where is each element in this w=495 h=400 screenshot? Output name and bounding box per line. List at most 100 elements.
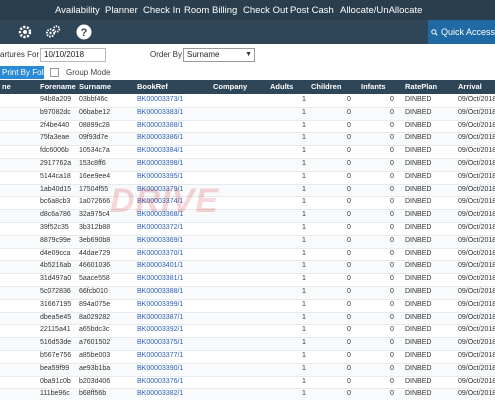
group-mode-checkbox[interactable] [50, 68, 59, 77]
chevron-down-icon: ▼ [245, 51, 252, 58]
filter-bar: artures For 10/10/2018 Order By Surname … [0, 44, 495, 66]
cell-forename: d8c6a786 [40, 211, 71, 219]
cell-rateplan: DINBED [405, 236, 432, 244]
table-row[interactable]: 39f52c35 3b312b88 BK00003372/1 1 0 0 DINBED 09/… [0, 223, 495, 236]
help-icon[interactable]: ? [75, 23, 93, 41]
table-row[interactable]: d4e09cca 44dae729 BK00003370/1 1 0 0 DINBED 09/… [0, 249, 495, 262]
table-row[interactable]: 0ba91c0b b203d406 BK00003376/1 1 0 0 DINBED 09/… [0, 377, 495, 390]
cell-bookref[interactable]: BK00003399/1 [137, 301, 183, 308]
table-row[interactable]: 5144ca18 16ee9ee4 BK00003395/1 1 0 0 DINBED 09/… [0, 172, 495, 185]
col-children[interactable]: Children [311, 82, 341, 91]
cell-bookref[interactable]: BK00003388/1 [137, 122, 183, 129]
menu-room-billing[interactable]: Room Billing [184, 5, 237, 16]
menu-availability[interactable]: Availability [55, 5, 100, 16]
cell-bookref[interactable]: BK00003384/1 [137, 147, 183, 154]
table-row[interactable]: b97082dc 06babe12 BK00003383/1 1 0 0 DINBED 09/… [0, 107, 495, 121]
table-row[interactable]: d8c6a786 32a975c4 BK00003368/1 1 0 0 DINBED 09/… [0, 210, 495, 223]
cell-bookref[interactable]: BK00003401/1 [137, 262, 183, 269]
cell-children: 0 [347, 121, 351, 129]
table-row[interactable]: 75fa3eae 09f93d7e BK00003386/1 1 0 0 DINBED 09/… [0, 133, 495, 147]
cell-surname: 1a072666 [79, 198, 111, 206]
menu-check-in[interactable]: Check In [143, 5, 181, 16]
cell-rateplan: DINBED [405, 339, 432, 347]
col-forename[interactable]: Forename [40, 82, 76, 91]
cell-bookref[interactable]: BK00003390/1 [137, 365, 183, 372]
cell-bookref[interactable]: BK00003369/1 [137, 237, 183, 244]
cell-adults: 1 [302, 108, 306, 116]
cell-bookref[interactable]: BK00003370/1 [137, 250, 183, 257]
cell-children: 0 [347, 352, 351, 359]
col-arrival[interactable]: Arrival [458, 82, 482, 91]
table-row[interactable]: 516d53de a7601502 BK00003375/1 1 0 0 DINBED 09/… [0, 338, 495, 351]
cell-forename: 5144ca18 [40, 172, 71, 180]
menu-planner[interactable]: Planner [105, 5, 138, 16]
cell-bookref[interactable]: BK00003382/1 [137, 390, 183, 397]
col-adults[interactable]: Adults [270, 82, 293, 91]
cell-adults: 1 [302, 390, 306, 398]
table-row[interactable]: dbea5e45 8a029282 BK00003387/1 1 0 0 DINBED 09/… [0, 312, 495, 326]
cell-bookref[interactable]: BK00003387/1 [137, 314, 183, 321]
table-row[interactable]: 22115a41 a65bdc3c BK00003392/1 1 0 0 DINBED 09/… [0, 325, 495, 339]
cell-rateplan: DINBED [405, 211, 432, 219]
gear-icon[interactable] [16, 23, 34, 41]
cell-bookref[interactable]: BK00003372/1 [137, 224, 183, 231]
cell-infants: 0 [390, 211, 394, 219]
orderby-select[interactable]: Surname ▼ [183, 48, 255, 62]
table-row[interactable]: 31d497a0 5aace558 BK00003381/1 1 0 0 DINBED 09/… [0, 274, 495, 287]
col-surname[interactable]: Surname [79, 82, 111, 91]
cell-bookref[interactable]: BK00003386/1 [137, 134, 183, 141]
table-row[interactable]: 4b5216ab 46601036 BK00003401/1 1 0 0 DINBED 09/… [0, 261, 495, 275]
table-row[interactable]: b567e756 a85be003 BK00003377/1 1 0 0 DINBED 09/… [0, 351, 495, 364]
cell-bookref[interactable]: BK00003383/1 [137, 109, 183, 116]
table-row[interactable]: 31667195 894a075e BK00003399/1 1 0 0 DINBED 09/… [0, 300, 495, 313]
menu-check-out[interactable]: Check Out [243, 5, 288, 16]
cell-bookref[interactable]: BK00003388/1 [137, 288, 183, 295]
cell-bookref[interactable]: BK00003375/1 [137, 339, 183, 346]
cell-bookref[interactable]: BK00003377/1 [137, 352, 183, 359]
table-row[interactable]: 1ab40d15 17504f55 BK00003379/1 1 0 0 DINBED 09/… [0, 184, 495, 198]
cell-bookref[interactable]: BK00003398/1 [137, 160, 183, 167]
col-rateplan[interactable]: RatePlan [405, 82, 437, 91]
col-bookref[interactable]: BookRef [137, 82, 168, 91]
menu-post-cash[interactable]: Post Cash [290, 5, 334, 16]
cell-bookref[interactable]: BK00003368/1 [137, 211, 183, 218]
table-row[interactable]: 2917762a 153c8ff6 BK00003398/1 1 0 0 DINBED 09/… [0, 159, 495, 172]
print-by-folio-button[interactable]: Print By Folio [0, 66, 44, 79]
cell-bookref[interactable]: BK00003376/1 [137, 378, 183, 385]
table-row[interactable]: 8879c99e 3eb690b8 BK00003369/1 1 0 0 DINBED 09/… [0, 235, 495, 249]
cell-forename: 2f4be440 [40, 121, 70, 129]
cell-surname: 16ee9ee4 [79, 172, 111, 180]
cell-bookref[interactable]: BK00003374/1 [137, 198, 183, 205]
cell-bookref[interactable]: BK00003392/1 [137, 326, 183, 333]
cell-forename: bea59f99 [40, 364, 70, 372]
col-name[interactable]: ne [2, 82, 11, 91]
menu-allocate[interactable]: Allocate/UnAllocate [340, 5, 422, 16]
cell-rateplan: DINBED [405, 249, 432, 257]
table-row[interactable]: 2f4be440 08899c28 BK00003388/1 1 0 0 DINBED 09/… [0, 121, 495, 134]
cell-surname: 09f93d7e [79, 134, 109, 142]
table-row[interactable]: 94b8a209 03bbf46c BK00003373/1 1 0 0 DINBED 09/… [0, 95, 495, 108]
table-row[interactable]: 111be96c b68ff56b BK00003382/1 1 0 0 DINBED 09/… [0, 389, 495, 400]
cell-bookref[interactable]: BK00003395/1 [137, 173, 183, 180]
table-row[interactable]: fdc6006b 10534c7a BK00003384/1 1 0 0 DINBED 09/… [0, 146, 495, 159]
cell-arrival: 09/Oct/2018 [458, 96, 495, 103]
cell-arrival: 09/Oct/2018 [458, 339, 495, 347]
cell-infants: 0 [390, 96, 394, 103]
cell-surname: 153c8ff6 [79, 160, 106, 167]
table-row[interactable]: bc6a8cb3 1a072666 BK00003374/1 1 0 0 DINBED 09/… [0, 197, 495, 211]
quick-access-button[interactable]: Quick Access [428, 20, 495, 44]
cell-forename: 111be96c [40, 390, 70, 398]
cell-bookref[interactable]: BK00003379/1 [137, 186, 183, 193]
col-company[interactable]: Company [213, 82, 247, 91]
table-row[interactable]: bea59f99 ae93b1ba BK00003390/1 1 0 0 DINBED 09/… [0, 363, 495, 377]
cell-infants: 0 [390, 185, 394, 193]
cell-children: 0 [347, 377, 351, 385]
table-row[interactable]: 5c072836 66fcb010 BK00003388/1 1 0 0 DINBED 09/… [0, 287, 495, 300]
gears-icon[interactable] [44, 23, 62, 41]
departure-date-input[interactable]: 10/10/2018 [40, 48, 106, 62]
cell-adults: 1 [302, 288, 306, 295]
cell-bookref[interactable]: BK00003373/1 [137, 96, 183, 103]
col-infants[interactable]: Infants [361, 82, 386, 91]
cell-infants: 0 [390, 249, 394, 257]
cell-bookref[interactable]: BK00003381/1 [137, 275, 183, 282]
